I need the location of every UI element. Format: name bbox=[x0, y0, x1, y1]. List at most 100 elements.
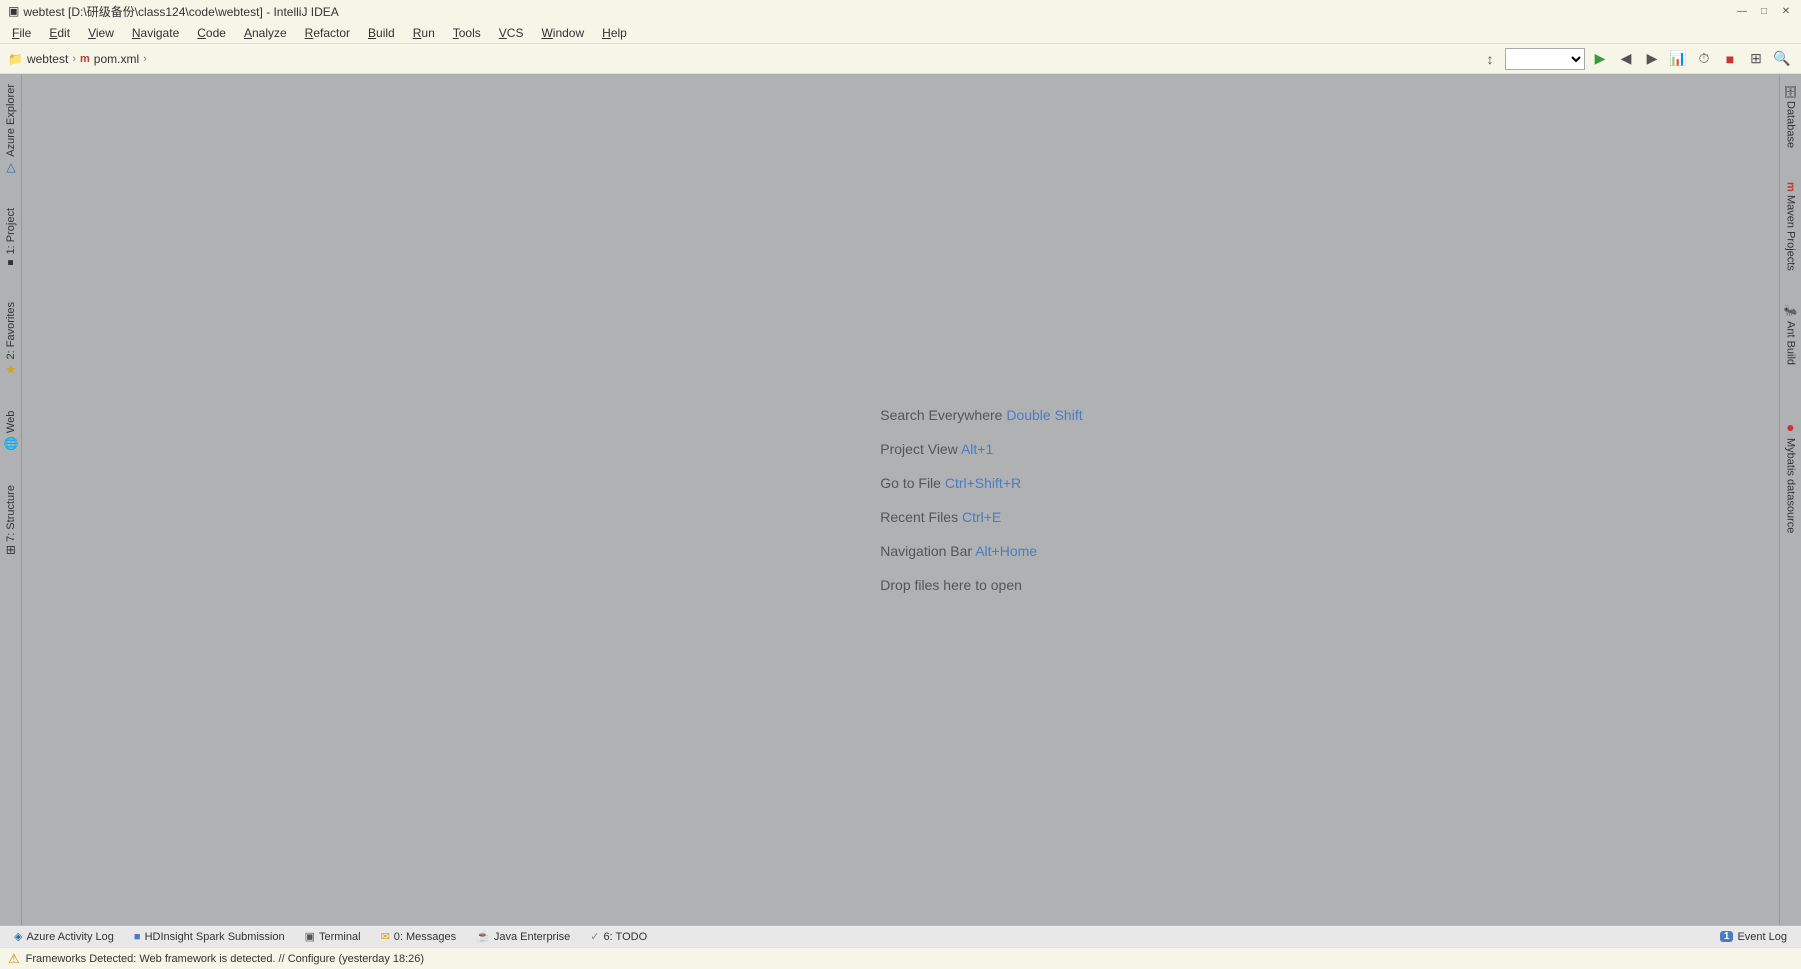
status-text: Frameworks Detected: Web framework is de… bbox=[26, 953, 424, 965]
todo-icon: ✓ bbox=[590, 930, 599, 943]
azure-explorer-icon: △ bbox=[4, 160, 18, 174]
menu-vcs[interactable]: VCS bbox=[491, 24, 532, 42]
tab-java-enterprise[interactable]: ☕ Java Enterprise bbox=[468, 926, 578, 947]
title-bar: ▣ webtest [D:\研级备份\class124\code\webtest… bbox=[0, 0, 1801, 22]
shortcut-go-to-file: Ctrl+Shift+R bbox=[945, 475, 1021, 491]
run-button[interactable]: ▶ bbox=[1589, 48, 1611, 70]
menu-file[interactable]: File bbox=[4, 24, 39, 42]
java-enterprise-label: Java Enterprise bbox=[494, 931, 570, 943]
sidebar-tab-project[interactable]: ■ 1: Project bbox=[3, 202, 19, 274]
window-controls: — □ ✕ bbox=[1735, 4, 1793, 18]
mybatis-label: Mybatis datasource bbox=[1785, 438, 1797, 533]
database-icon: 🗄 bbox=[1784, 84, 1797, 98]
menu-tools[interactable]: Tools bbox=[445, 24, 489, 42]
favorites-label: 2: Favorites bbox=[5, 302, 17, 359]
breadcrumb: 📁 webtest › m pom.xml › bbox=[8, 52, 147, 66]
breadcrumb-end: › bbox=[143, 53, 147, 65]
minimize-button[interactable]: — bbox=[1735, 4, 1749, 18]
menu-refactor[interactable]: Refactor bbox=[297, 24, 358, 42]
project-icon: 📁 bbox=[8, 52, 23, 66]
azure-activity-log-label: Azure Activity Log bbox=[26, 931, 113, 943]
hint-go-to-file: Go to File Ctrl+Shift+R bbox=[880, 475, 1082, 491]
terminal-icon: ▣ bbox=[305, 930, 315, 943]
menu-bar: File Edit View Navigate Code Analyze Ref… bbox=[0, 22, 1801, 44]
toolbar-right: ↕ ▶ ◀ ▶ 📊 ⏱ ■ ⊞ 🔍 bbox=[1479, 48, 1793, 70]
shortcut-navigation-bar: Alt+Home bbox=[975, 543, 1037, 559]
back-button[interactable]: ◀ bbox=[1615, 48, 1637, 70]
layout-button[interactable]: ⊞ bbox=[1745, 48, 1767, 70]
tab-azure-activity-log[interactable]: ◈ Azure Activity Log bbox=[6, 926, 122, 947]
sidebar-tab-azure-explorer[interactable]: △ Azure Explorer bbox=[2, 78, 20, 180]
editor-area: Search Everywhere Double Shift Project V… bbox=[22, 74, 1779, 925]
right-tab-maven[interactable]: m Maven Projects bbox=[1783, 176, 1799, 277]
maven-label: Maven Projects bbox=[1785, 195, 1797, 271]
shortcut-project-view: Alt+1 bbox=[961, 441, 993, 457]
hint-navigation-bar: Navigation Bar Alt+Home bbox=[880, 543, 1082, 559]
menu-window[interactable]: Window bbox=[533, 24, 592, 42]
hint-search: Search Everywhere Double Shift bbox=[880, 407, 1082, 423]
menu-code[interactable]: Code bbox=[189, 24, 234, 42]
profile-button[interactable]: ⏱ bbox=[1693, 48, 1715, 70]
sidebar-tab-favorites[interactable]: ★ 2: Favorites bbox=[2, 296, 20, 382]
right-tab-ant[interactable]: 🐜 Ant Build bbox=[1782, 299, 1799, 371]
stop-button[interactable]: ■ bbox=[1719, 48, 1741, 70]
right-sidebar: 🗄 Database m Maven Projects 🐜 Ant Build … bbox=[1779, 74, 1801, 925]
todo-label: 6: TODO bbox=[604, 931, 648, 943]
event-log-button[interactable]: 1 Event Log bbox=[1712, 929, 1795, 945]
hint-drop-files: Drop files here to open bbox=[880, 577, 1082, 593]
coverage-button[interactable]: 📊 bbox=[1667, 48, 1689, 70]
ant-icon: 🐜 bbox=[1784, 305, 1797, 318]
main-layout: △ Azure Explorer ■ 1: Project ★ 2: Favor… bbox=[0, 74, 1801, 925]
event-log-label: Event Log bbox=[1737, 931, 1787, 943]
app-icon: ▣ bbox=[8, 4, 19, 18]
file-name[interactable]: pom.xml bbox=[94, 52, 139, 66]
structure-icon: ⊞ bbox=[4, 545, 18, 555]
menu-run[interactable]: Run bbox=[405, 24, 443, 42]
breadcrumb-separator: › bbox=[72, 53, 76, 65]
left-sidebar: △ Azure Explorer ■ 1: Project ★ 2: Favor… bbox=[0, 74, 22, 925]
menu-edit[interactable]: Edit bbox=[41, 24, 78, 42]
right-tab-database[interactable]: 🗄 Database bbox=[1782, 78, 1799, 154]
terminal-label: Terminal bbox=[319, 931, 361, 943]
sidebar-tab-web[interactable]: 🌐 Web bbox=[2, 405, 20, 457]
shortcut-search: Double Shift bbox=[1006, 407, 1082, 423]
project-name[interactable]: webtest bbox=[27, 52, 68, 66]
close-button[interactable]: ✕ bbox=[1779, 4, 1793, 18]
sort-button[interactable]: ↕ bbox=[1479, 48, 1501, 70]
editor-hint-panel: Search Everywhere Double Shift Project V… bbox=[880, 407, 1082, 593]
web-icon: 🌐 bbox=[4, 436, 18, 451]
menu-view[interactable]: View bbox=[80, 24, 122, 42]
tab-terminal[interactable]: ▣ Terminal bbox=[297, 926, 369, 947]
status-bar: ⚠ Frameworks Detected: Web framework is … bbox=[0, 947, 1801, 969]
project-tab-icon: ■ bbox=[5, 257, 16, 268]
menu-help[interactable]: Help bbox=[594, 24, 635, 42]
ant-label: Ant Build bbox=[1785, 321, 1797, 365]
tab-messages[interactable]: ✉ 0: Messages bbox=[373, 926, 465, 947]
config-dropdown[interactable] bbox=[1505, 48, 1585, 70]
search-everywhere-button[interactable]: 🔍 bbox=[1771, 48, 1793, 70]
hint-recent-files: Recent Files Ctrl+E bbox=[880, 509, 1082, 525]
database-label: Database bbox=[1785, 101, 1797, 148]
structure-label: 7: Structure bbox=[5, 485, 17, 542]
toolbar: 📁 webtest › m pom.xml › ↕ ▶ ◀ ▶ 📊 ⏱ ■ ⊞ … bbox=[0, 44, 1801, 74]
menu-build[interactable]: Build bbox=[360, 24, 403, 42]
bottom-toolbar: ◈ Azure Activity Log ■ HDInsight Spark S… bbox=[0, 925, 1801, 947]
tab-todo[interactable]: ✓ 6: TODO bbox=[582, 926, 655, 947]
maximize-button[interactable]: □ bbox=[1757, 4, 1771, 18]
favorites-icon: ★ bbox=[4, 363, 18, 377]
shortcut-recent-files: Ctrl+E bbox=[962, 509, 1001, 525]
project-tab-label: 1: Project bbox=[5, 208, 17, 254]
right-tab-mybatis[interactable]: ● Mybatis datasource bbox=[1781, 413, 1801, 539]
java-enterprise-icon: ☕ bbox=[476, 930, 490, 943]
hint-project-view: Project View Alt+1 bbox=[880, 441, 1082, 457]
maven-icon: m bbox=[1785, 182, 1797, 192]
sidebar-tab-structure[interactable]: ⊞ 7: Structure bbox=[2, 479, 20, 561]
tab-hdinsight[interactable]: ■ HDInsight Spark Submission bbox=[126, 926, 293, 947]
forward-button[interactable]: ▶ bbox=[1641, 48, 1663, 70]
menu-analyze[interactable]: Analyze bbox=[236, 24, 295, 42]
hdinsight-label: HDInsight Spark Submission bbox=[145, 931, 285, 943]
event-log-badge: 1 bbox=[1720, 931, 1734, 942]
warning-icon: ⚠ bbox=[8, 951, 20, 967]
mybatis-icon: ● bbox=[1783, 419, 1799, 435]
menu-navigate[interactable]: Navigate bbox=[124, 24, 187, 42]
